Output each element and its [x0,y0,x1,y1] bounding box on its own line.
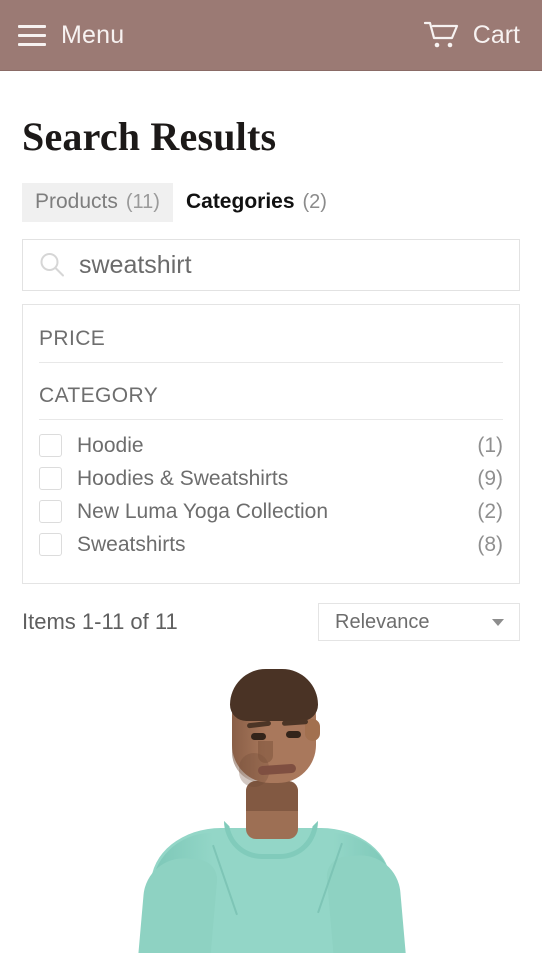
checkbox-sweatshirts[interactable] [39,533,62,556]
hamburger-icon [18,24,46,46]
tab-products-label: Products [35,190,118,213]
tab-products[interactable]: Products (11) [22,183,173,222]
checkbox-hoodie[interactable] [39,434,62,457]
results-toolbar: Items 1-11 of 11 Relevance [22,603,520,641]
filter-option-hoodie[interactable]: Hoodie (1) [39,429,503,462]
checkbox-new-luma-yoga-collection[interactable] [39,500,62,523]
filter-option-count: (9) [477,466,503,490]
sort-by-dropdown[interactable]: Relevance [318,603,520,641]
model-illustration [106,653,436,953]
filter-panel: PRICE CATEGORY Hoodie (1) Hoodies & Swea… [22,304,520,584]
search-icon [40,253,64,277]
page-title: Search Results [22,114,277,159]
category-filter-options: Hoodie (1) Hoodies & Sweatshirts (9) New… [39,420,503,561]
site-header: Menu Cart [0,0,542,71]
filter-option-label: Hoodie [77,433,144,457]
filter-option-count: (2) [477,499,503,523]
checkbox-hoodies-sweatshirts[interactable] [39,467,62,490]
cart-button[interactable]: Cart [423,20,520,50]
filter-option-sweatshirts[interactable]: Sweatshirts (8) [39,528,503,561]
menu-label: Menu [61,20,125,49]
page-content: Search Results Products (11) Categories … [0,115,542,641]
tab-categories-count: (2) [302,191,327,213]
sort-by-value: Relevance [335,611,430,633]
cart-label: Cart [472,20,520,49]
search-field[interactable] [22,239,520,291]
product-image-stage [0,653,542,953]
filter-title-category[interactable]: CATEGORY [39,363,503,420]
filter-option-label: Hoodies & Sweatshirts [77,466,289,490]
filter-option-count: (8) [477,532,503,556]
filter-option-count: (1) [477,433,503,457]
filter-title-price[interactable]: PRICE [39,305,503,363]
items-count: Items 1-11 of 11 [22,609,178,634]
filter-option-label: New Luma Yoga Collection [77,499,328,523]
filter-option-hoodies-sweatshirts[interactable]: Hoodies & Sweatshirts (9) [39,462,503,495]
chevron-down-icon [492,618,504,626]
menu-toggle-button[interactable]: Menu [18,20,125,49]
filter-option-label: Sweatshirts [77,532,186,556]
product-image[interactable] [0,653,542,953]
tab-categories[interactable]: Categories (2) [173,183,340,222]
search-input[interactable] [79,250,505,280]
tab-products-count: (11) [125,191,160,213]
shopping-cart-icon [423,21,458,48]
filter-option-new-luma-yoga-collection[interactable]: New Luma Yoga Collection (2) [39,495,503,528]
search-result-tabs: Products (11) Categories (2) [22,183,520,222]
tab-categories-label: Categories [185,190,295,213]
